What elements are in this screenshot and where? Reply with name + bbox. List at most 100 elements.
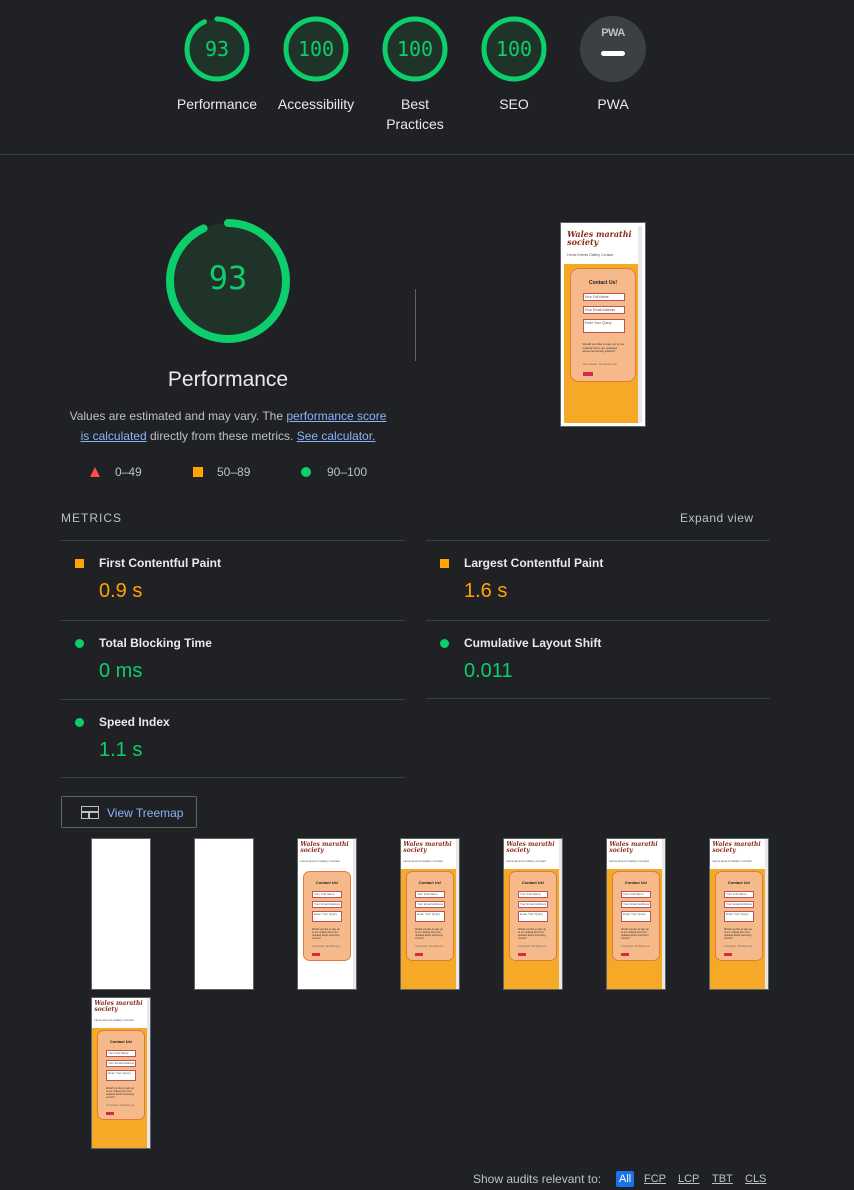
phone-body: Contact Us! Your Full Name Your Email Addr… (401, 869, 459, 989)
phone-query-input: Enter Your Query (724, 911, 754, 922)
gauge-ring: 100 (481, 16, 547, 82)
phone-brand-line2: society (94, 1006, 118, 1013)
desc-text-1: Values are estimated and may vary. The (69, 409, 287, 423)
phone-choices: Yes please No thank you (518, 945, 546, 948)
filmstrip-frame-blank (91, 838, 151, 990)
metric-title: Largest Contentful Paint (464, 556, 604, 570)
phone-brand-line2: society (300, 847, 324, 854)
see-calculator-link[interactable]: See calculator. (297, 429, 376, 443)
phone-query-input: Enter Your Query (621, 911, 651, 922)
metric-divider (61, 777, 405, 778)
phone-submit-button (621, 953, 629, 956)
performance-score-link-cont[interactable]: is calculated (81, 429, 147, 443)
phone-email-input: Your Email Address (582, 306, 625, 314)
phone-preview: Wales marathi society Home Events Gallery … (92, 998, 150, 1148)
phone-choice-yes: Yes please (312, 945, 325, 948)
phone-choice-no: No thank you (598, 362, 617, 366)
phone-form-title: Contact Us! (109, 1039, 133, 1044)
phone-contact-card: Contact Us! Your Full Name Your Email Addr… (714, 871, 764, 961)
performance-description: Values are estimated and may vary. The p… (60, 406, 396, 446)
performance-score-large: 93 (208, 259, 248, 297)
phone-form-title: Contact Us! (315, 880, 339, 885)
phone-brand: Wales marathi society (300, 842, 348, 854)
average-square-icon (440, 559, 449, 568)
phone-brand: Wales marathi society (506, 842, 554, 854)
phone-brand-line2: society (403, 847, 427, 854)
filter-lcp[interactable]: LCP (678, 1171, 699, 1187)
phone-header: Wales marathi society Home Events Gallery … (504, 839, 562, 869)
phone-contact-card: Contact Us! Your Full Name Your Email Addr… (611, 871, 661, 961)
view-treemap-label: View Treemap (107, 806, 184, 820)
metric-value: 0 ms (99, 660, 143, 682)
phone-email-input: Your Email Address (415, 901, 445, 908)
filmstrip-frame: Wales marathi society Home Events Gallery … (91, 997, 151, 1149)
phone-name-input: Your Full Name (582, 293, 625, 301)
gauge-label: PWA (597, 96, 629, 112)
pwa-badge-text: PWA (601, 27, 625, 39)
phone-header: Wales marathi society Home Events Gallery … (92, 998, 150, 1028)
gauge-performance[interactable]: 93 Performance (167, 16, 267, 114)
performance-score-link[interactable]: performance score (286, 409, 386, 423)
phone-choice-no: No thank you (325, 945, 341, 948)
filter-all[interactable]: All (616, 1171, 635, 1187)
gauge-score: 100 (396, 37, 434, 61)
phone-contact-card: Contact Us! Your Full Name Your Email Ad… (570, 268, 636, 382)
phone-name-input: Your Full Name (518, 891, 548, 898)
phone-choice-yes: Yes please (518, 945, 531, 948)
dash-icon (601, 51, 625, 56)
gauge-ring: 100 (382, 16, 448, 82)
gauge-pwa[interactable]: PWA PWA (563, 16, 663, 114)
gauge-label: Best Practices (365, 94, 465, 134)
desc-text-2: directly from these metrics. (146, 429, 297, 443)
final-screenshot[interactable]: Wales marathi society Home Events Gallery… (560, 222, 646, 427)
phone-brand: Wales marathi society (712, 842, 760, 854)
metric-title: Cumulative Layout Shift (464, 636, 602, 650)
phone-body: Contact Us! Your Full Name Your Email Ad… (564, 264, 642, 423)
phone-body: Contact Us! Your Full Name Your Email Addr… (504, 869, 562, 989)
phone-scrollbar (353, 839, 356, 989)
phone-choice-yes: Yes please (415, 945, 428, 948)
phone-email-input: Your Email Address (106, 1060, 136, 1067)
phone-brand: Wales marathi society (403, 842, 451, 854)
expand-view-toggle[interactable]: Expand view (680, 510, 754, 526)
phone-email-input: Your Email Address (621, 901, 651, 908)
gauge-accessibility[interactable]: 100 Accessibility (266, 16, 366, 114)
phone-name-input: Your Full Name (415, 891, 445, 898)
phone-preview: Wales marathi society Home Events Gallery… (564, 226, 642, 423)
phone-body: Contact Us! Your Full Name Your Email Addr… (607, 869, 665, 989)
pass-circle-icon (75, 639, 84, 648)
phone-form-title: Contact Us! (727, 880, 751, 885)
filter-cls[interactable]: CLS (745, 1171, 766, 1187)
phone-email-input: Your Email Address (724, 901, 754, 908)
filter-fcp[interactable]: FCP (644, 1171, 666, 1187)
gauge-best-practices[interactable]: 100 Best Practices (365, 16, 465, 134)
gauge-label: SEO (499, 96, 529, 112)
gauge-score: 100 (297, 37, 335, 61)
pass-circle-icon (301, 467, 311, 477)
metric-divider (426, 620, 770, 621)
phone-name-input: Your Full Name (106, 1050, 136, 1057)
view-treemap-button[interactable]: View Treemap (61, 796, 197, 828)
filter-tbt[interactable]: TBT (712, 1171, 733, 1187)
phone-brand: Wales marathi society (609, 842, 657, 854)
legend-average: 50–89 (217, 465, 251, 479)
phone-submit-button (312, 953, 320, 956)
phone-contact-card: Contact Us! Your Full Name Your Email Addr… (405, 871, 455, 961)
metric-value: 1.6 s (464, 580, 508, 602)
phone-choices: Yes please No thank you (106, 1104, 134, 1107)
phone-scrollbar (638, 226, 642, 423)
gauge-seo[interactable]: 100 SEO (464, 16, 564, 114)
phone-nav: Home Events Gallery Contact (300, 859, 340, 863)
gauge-label: Accessibility (277, 96, 355, 112)
phone-submit-button (518, 953, 526, 956)
phone-form-title: Contact Us! (521, 880, 545, 885)
phone-form-title: Contact Us! (418, 880, 442, 885)
phone-contact-card: Contact Us! Your Full Name Your Email Addr… (508, 871, 558, 961)
phone-query-input: Enter Your Query (582, 319, 625, 333)
phone-choice-no: No thank you (428, 945, 444, 948)
phone-email-input: Your Email Address (312, 901, 342, 908)
performance-title: Performance (167, 368, 289, 391)
phone-brand-line2: society (609, 847, 633, 854)
phone-nav: Home Events Gallery Contact (567, 253, 614, 257)
legend-pass: 90–100 (327, 465, 368, 479)
